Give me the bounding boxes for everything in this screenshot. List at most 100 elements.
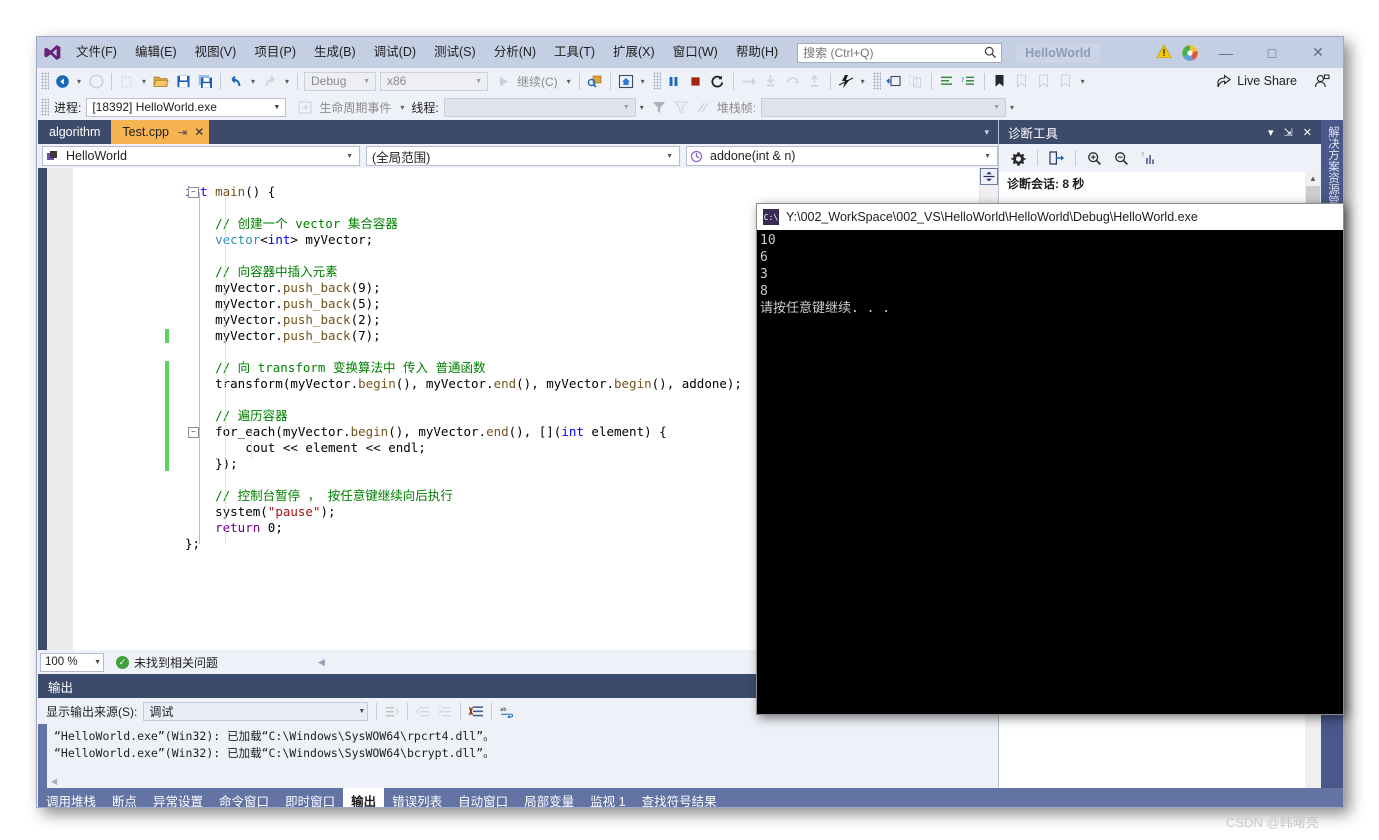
new-project-dropdown-icon[interactable]: ▾	[138, 70, 150, 92]
fold-toggle-icon[interactable]: −	[188, 427, 199, 438]
code-line[interactable]: 24 transform(myVector.begin(), myVector.…	[73, 376, 742, 392]
hot-reload-icon[interactable]	[835, 70, 857, 92]
type-scope-select[interactable]: (全局范围) ▼	[366, 146, 680, 166]
code-line[interactable]: 14 // 创建一个 vector 集合容器	[73, 216, 398, 232]
new-project-icon[interactable]	[116, 70, 138, 92]
code-line[interactable]: 12int main() {	[73, 184, 275, 200]
toolbar-overflow-icon[interactable]: ▾	[1077, 70, 1089, 92]
code-line[interactable]: 18 myVector.push_back(9);	[73, 280, 381, 296]
menu-item-edit[interactable]: 编辑(E)	[126, 37, 186, 68]
menu-item-test[interactable]: 测试(S)	[425, 37, 485, 68]
project-scope-select[interactable]: HelloWorld ▼	[42, 146, 360, 166]
code-line[interactable]: 27 for_each(myVector.begin(), myVector.e…	[73, 424, 667, 440]
filter-clear-icon[interactable]	[670, 96, 692, 118]
menu-item-debug[interactable]: 调试(D)	[365, 37, 425, 68]
maximize-button[interactable]: □	[1249, 38, 1295, 68]
pause-debug-icon[interactable]	[663, 70, 685, 92]
flag-threads-icon[interactable]	[692, 96, 714, 118]
bottom-tab-8[interactable]: 局部变量	[516, 788, 582, 808]
document-tab-test-cpp[interactable]: Test.cpp ⇥ ✕	[111, 120, 210, 144]
save-all-icon[interactable]	[194, 70, 216, 92]
scroll-left-icon[interactable]: ◀	[47, 777, 61, 786]
code-line[interactable]: 34};	[73, 536, 200, 552]
chart-icon[interactable]: ?	[1136, 146, 1161, 170]
process-select[interactable]: [18392] HelloWorld.exe ▼	[86, 97, 287, 117]
bottom-tab-6[interactable]: 错误列表	[384, 788, 450, 808]
code-line[interactable]: 20 myVector.push_back(2);	[73, 312, 381, 328]
save-icon[interactable]	[172, 70, 194, 92]
tab-overflow-icon[interactable]: ▾	[984, 127, 998, 144]
toolbar-grip[interactable]	[652, 72, 661, 90]
quick-search-box[interactable]	[797, 42, 1003, 63]
console-output[interactable]: 10 6 3 8 请按任意键继续. . .	[757, 230, 1343, 714]
code-line[interactable]: 33 return 0;	[73, 520, 283, 536]
editor-indicator-margin[interactable]	[47, 168, 73, 650]
redo-dropdown-icon[interactable]: ▾	[281, 70, 293, 92]
gear-icon[interactable]	[1006, 146, 1031, 170]
format-indent-icon[interactable]: ?	[958, 70, 980, 92]
format-lines-icon[interactable]	[936, 70, 958, 92]
undo-icon[interactable]	[225, 70, 247, 92]
search-input[interactable]	[798, 44, 980, 61]
bottom-tab-7[interactable]: 自动窗口	[450, 788, 516, 808]
menu-item-build[interactable]: 生成(B)	[305, 37, 365, 68]
live-share-button[interactable]: Live Share	[1216, 74, 1297, 89]
navigate-back-icon[interactable]	[51, 70, 73, 92]
code-line[interactable]: 17 // 向容器中插入元素	[73, 264, 338, 280]
output-source-select[interactable]: 调试 ▼	[143, 701, 369, 721]
restart-debug-icon[interactable]	[707, 70, 729, 92]
zoom-level-select[interactable]: 100 % ▼	[40, 652, 104, 672]
continue-label[interactable]: 继续(C)	[514, 73, 563, 90]
pin-icon[interactable]: ⇥	[178, 126, 187, 139]
bottom-tab-5[interactable]: 输出	[343, 788, 385, 807]
bottom-tab-9[interactable]: 监视 1	[582, 788, 633, 808]
code-line[interactable]: 15 vector<int> myVector;	[73, 232, 373, 248]
close-icon[interactable]: ✕	[194, 125, 204, 139]
open-file-icon[interactable]	[150, 70, 172, 92]
zoom-in-icon[interactable]	[1082, 146, 1107, 170]
bookmark-icon[interactable]	[989, 70, 1011, 92]
show-threads-icon[interactable]	[883, 70, 905, 92]
stackframe-select[interactable]: ▼	[761, 97, 1007, 117]
panel-pin-icon[interactable]: ⇲	[1284, 126, 1293, 139]
code-line[interactable]: 21 myVector.push_back(7);	[73, 328, 381, 344]
step-out-icon[interactable]	[804, 70, 826, 92]
scroll-up-icon[interactable]: ▲	[1305, 170, 1321, 186]
output-text[interactable]: “HelloWorld.exe”(Win32): 已加载“C:\Windows\…	[47, 724, 998, 774]
code-line[interactable]: 32 system("pause");	[73, 504, 335, 520]
show-modules-icon[interactable]	[905, 70, 927, 92]
editor-splitter-handle[interactable]	[980, 168, 998, 185]
bottom-tab-4[interactable]: 即时窗口	[277, 788, 343, 808]
toolbar-grip[interactable]	[872, 72, 881, 90]
menu-item-file[interactable]: 文件(F)	[67, 37, 126, 68]
code-line[interactable]: 23 // 向 transform 变换算法中 传入 普通函数	[73, 360, 485, 376]
code-line[interactable]: 26 // 遍历容器	[73, 408, 288, 424]
code-line[interactable]: 28 cout << element << endl;	[73, 440, 426, 456]
navigate-back-dropdown-icon[interactable]: ▾	[73, 70, 85, 92]
code-line[interactable]: 13	[73, 200, 185, 216]
document-tab-algorithm[interactable]: algorithm	[38, 120, 112, 144]
panel-close-icon[interactable]: ✕	[1303, 126, 1312, 139]
panel-dropdown-icon[interactable]: ▾	[1268, 126, 1274, 139]
lifecycle-events-icon[interactable]	[294, 96, 316, 118]
output-goto-icon[interactable]	[381, 700, 403, 722]
avatar[interactable]	[1177, 43, 1203, 62]
stackframe-overflow-icon[interactable]: ▾	[1006, 96, 1018, 118]
thread-overflow-icon[interactable]: ▾	[636, 96, 648, 118]
attach-process-icon[interactable]	[584, 70, 606, 92]
stop-debug-icon[interactable]	[685, 70, 707, 92]
code-line[interactable]: 22	[73, 344, 185, 360]
bottom-tab-2[interactable]: 异常设置	[145, 788, 211, 808]
lifecycle-events-label[interactable]: 生命周期事件	[316, 99, 396, 116]
undo-dropdown-icon[interactable]: ▾	[247, 70, 259, 92]
close-button[interactable]: ✕	[1295, 38, 1341, 68]
member-scope-select[interactable]: addone(int & n) ▼	[686, 146, 998, 166]
minimize-button[interactable]: —	[1203, 38, 1249, 68]
solution-configuration-select[interactable]: Debug ▼	[304, 71, 376, 91]
clear-bookmarks-icon[interactable]	[1055, 70, 1077, 92]
code-line[interactable]: 16	[73, 248, 185, 264]
bottom-tab-10[interactable]: 查找符号结果	[634, 788, 725, 808]
hot-reload-dropdown-icon[interactable]: ▾	[857, 70, 869, 92]
code-line[interactable]: 19 myVector.push_back(5);	[73, 296, 381, 312]
menu-item-window[interactable]: 窗口(W)	[664, 37, 727, 68]
